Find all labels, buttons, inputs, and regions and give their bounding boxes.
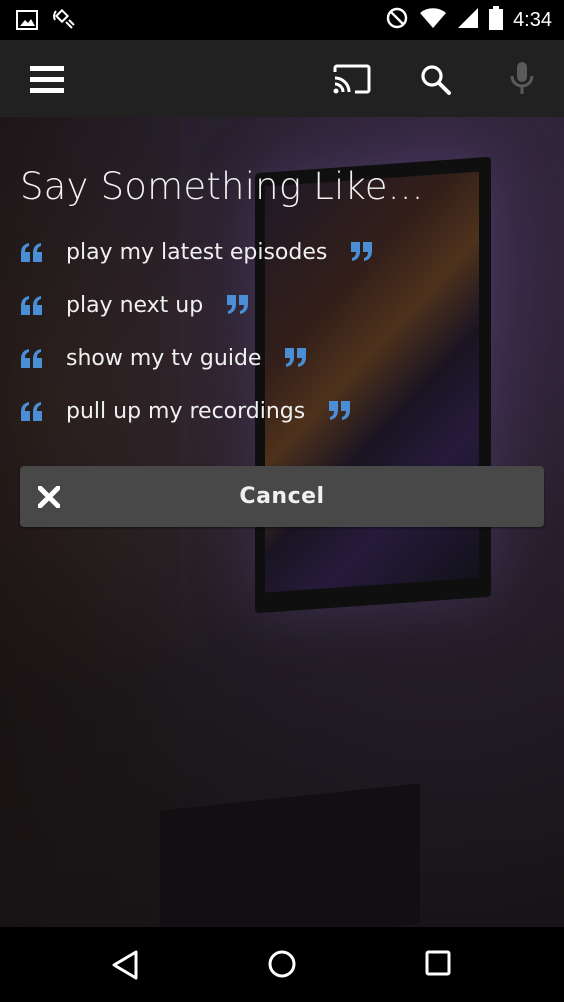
suggestion-item[interactable]: play my latest episodes — [20, 232, 373, 272]
suggestion-text: play my latest episodes — [66, 239, 328, 265]
status-bar: 4:34 — [0, 0, 564, 40]
satellite-icon — [52, 8, 78, 37]
close-quote-icon — [327, 401, 351, 421]
search-icon[interactable] — [420, 64, 452, 101]
recents-icon[interactable] — [424, 949, 452, 982]
home-icon[interactable] — [267, 949, 297, 984]
do-not-disturb-icon — [385, 6, 409, 35]
battery-icon — [489, 6, 504, 35]
navigation-bar — [0, 927, 564, 1002]
app-bar — [0, 40, 564, 117]
wifi-icon — [419, 7, 447, 34]
suggestion-item[interactable]: play next up — [20, 285, 249, 325]
close-quote-icon — [225, 295, 249, 315]
close-quote-icon — [283, 348, 307, 368]
suggestion-text: play next up — [66, 292, 204, 318]
open-quote-icon — [20, 348, 44, 368]
open-quote-icon — [20, 401, 44, 421]
voice-prompt-heading: Say Something Like... — [20, 165, 424, 208]
open-quote-icon — [20, 295, 44, 315]
suggestion-item[interactable]: pull up my recordings — [20, 391, 351, 431]
menu-icon[interactable] — [30, 66, 64, 94]
cancel-button[interactable]: Cancel — [20, 466, 544, 527]
status-time: 4:34 — [513, 9, 552, 31]
close-quote-icon — [349, 242, 373, 262]
signal-icon — [457, 7, 479, 34]
back-icon[interactable] — [110, 949, 140, 986]
open-quote-icon — [20, 242, 44, 262]
suggestion-text: show my tv guide — [66, 345, 262, 371]
mic-icon[interactable] — [508, 60, 536, 101]
cancel-label: Cancel — [239, 484, 325, 509]
image-icon — [16, 10, 38, 35]
cast-icon[interactable] — [333, 64, 371, 99]
suggestion-item[interactable]: show my tv guide — [20, 338, 307, 378]
suggestion-text: pull up my recordings — [66, 398, 306, 424]
